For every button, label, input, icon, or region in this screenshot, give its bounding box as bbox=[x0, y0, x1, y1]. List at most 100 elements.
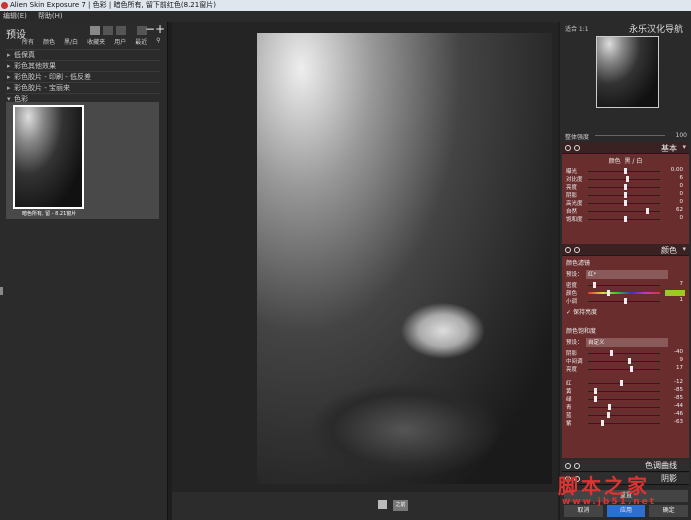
saturation-preset-select[interactable]: 自定义 bbox=[586, 338, 668, 347]
slider-handle[interactable] bbox=[626, 176, 630, 182]
slider-handle[interactable] bbox=[607, 290, 611, 296]
slider-handle[interactable] bbox=[593, 388, 597, 394]
slider-track[interactable] bbox=[588, 423, 660, 424]
slider-track[interactable] bbox=[588, 353, 660, 354]
navigator-thumbnail[interactable] bbox=[596, 36, 659, 108]
chevron-down-icon[interactable]: ▾ bbox=[682, 245, 686, 253]
slider-handle[interactable] bbox=[600, 420, 604, 426]
slider-track[interactable] bbox=[588, 407, 660, 408]
tab-bw[interactable]: 黑 / 白 bbox=[625, 158, 643, 165]
slider-handle[interactable] bbox=[624, 184, 627, 190]
slider-handle[interactable] bbox=[624, 200, 627, 206]
color-swatch[interactable] bbox=[665, 290, 685, 296]
slider-handle[interactable] bbox=[624, 192, 627, 198]
slider-label: 饱和度 bbox=[566, 217, 583, 223]
slider-row: 高光度 0 bbox=[562, 199, 689, 207]
collapse-handle[interactable] bbox=[0, 287, 3, 295]
strength-slider[interactable] bbox=[595, 135, 665, 136]
slider-track[interactable] bbox=[588, 369, 660, 370]
panel-title: 阴影 bbox=[661, 474, 677, 483]
strength-value: 100 bbox=[675, 132, 687, 139]
toggle-icon[interactable] bbox=[565, 247, 571, 253]
reset-icon[interactable] bbox=[574, 247, 580, 253]
filter-preset-select[interactable]: 红* bbox=[586, 270, 668, 279]
slider-row: 绿 -85 bbox=[562, 395, 689, 403]
preset-label: 预设： bbox=[566, 272, 583, 278]
toggle-icon[interactable] bbox=[565, 463, 571, 469]
tab-all[interactable]: 所有 bbox=[22, 37, 34, 46]
slider-row: 中间调 9 bbox=[562, 357, 689, 365]
menu-help[interactable]: 帮助(H) bbox=[38, 12, 63, 20]
slider-value: -85 bbox=[674, 387, 683, 393]
watermark-url: www.jb51.net bbox=[562, 497, 657, 507]
preserve-luminance-checkbox[interactable]: ✓ 保持亮度 bbox=[562, 305, 689, 318]
color-filter-title: 颜色滤镜 bbox=[566, 260, 591, 267]
slider-handle[interactable] bbox=[624, 216, 627, 222]
slider-handle[interactable] bbox=[624, 298, 627, 304]
thumbnail-caption: 暗色所有, 留 - 8.21窗片 bbox=[22, 211, 77, 217]
tab-recent[interactable]: 最近 bbox=[135, 37, 147, 46]
preset-group[interactable]: 低保真 bbox=[6, 49, 160, 61]
color-panel: 颜色 ▾ 颜色滤镜 预设： 红* 密度 7 颜色 小调 1 ✓ 保持亮度 颜色饱和度 预设：… bbox=[562, 244, 689, 458]
tab-favorites[interactable]: 收藏夹 bbox=[87, 37, 105, 46]
presets-panel: 预设 −+ 所有 颜色 黑/白 收藏夹 用户 最近 ⚲ 低保真 彩色其他效果 彩… bbox=[0, 22, 168, 520]
list-view-icon[interactable] bbox=[116, 26, 126, 35]
tab-color[interactable]: 颜色 bbox=[43, 37, 55, 46]
basic-panel: 基本 ▾ 颜色 黑 / 白 曝光 0.00 对比度 6 亮度 0 阴影 0 高光度 0 自然 62 饱和度… bbox=[562, 142, 689, 244]
slider-label: 曝光 bbox=[566, 169, 578, 175]
slider-handle[interactable] bbox=[619, 380, 623, 386]
slider-track[interactable] bbox=[588, 391, 660, 392]
before-button[interactable]: 之前 bbox=[393, 500, 408, 511]
large-grid-view-icon[interactable] bbox=[90, 26, 100, 35]
slider-value: -12 bbox=[674, 379, 683, 385]
panel-title: 基本 bbox=[661, 144, 677, 153]
preset-thumbnail[interactable] bbox=[13, 105, 84, 209]
zoom-fit[interactable]: 适合 1:1 bbox=[565, 24, 589, 33]
tab-user[interactable]: 用户 bbox=[114, 37, 126, 46]
chevron-down-icon[interactable]: ▾ bbox=[682, 143, 686, 151]
slider-label: 阴影 bbox=[566, 193, 578, 199]
slider-handle[interactable] bbox=[593, 282, 597, 288]
toggle-icon[interactable] bbox=[565, 145, 571, 151]
slider-track[interactable] bbox=[588, 415, 660, 416]
menu-bar: 编辑(E) 帮助(H) bbox=[0, 11, 691, 22]
slider-handle[interactable] bbox=[608, 404, 612, 410]
panel-title: 颜色 bbox=[661, 246, 677, 255]
reset-icon[interactable] bbox=[574, 145, 580, 151]
app-icon bbox=[1, 2, 8, 9]
slider-track[interactable] bbox=[588, 285, 660, 286]
preset-group[interactable]: 彩色胶片 - 宝丽来 bbox=[6, 82, 160, 94]
zoom-minus-plus-icon[interactable]: −+ bbox=[145, 22, 165, 36]
slider-row: 阴影 0 bbox=[562, 191, 689, 199]
slider-label: 亮度 bbox=[566, 185, 578, 191]
menu-edit[interactable]: 编辑(E) bbox=[3, 12, 27, 20]
slider-label: 颜色 bbox=[566, 291, 578, 297]
slider-value: -46 bbox=[674, 411, 683, 417]
slider-value: -85 bbox=[674, 395, 683, 401]
slider-handle[interactable] bbox=[607, 412, 611, 418]
slider-track[interactable] bbox=[588, 361, 660, 362]
slider-track[interactable] bbox=[588, 179, 660, 180]
slider-handle[interactable] bbox=[646, 208, 650, 214]
small-grid-view-icon[interactable] bbox=[103, 26, 113, 35]
preset-group[interactable]: 彩色其他效果 bbox=[6, 60, 160, 72]
split-view-icon[interactable] bbox=[378, 500, 387, 509]
tab-color[interactable]: 颜色 bbox=[609, 158, 621, 165]
watermark: 脚本之家 bbox=[558, 474, 650, 498]
slider-track[interactable] bbox=[588, 383, 660, 384]
slider-handle[interactable] bbox=[629, 366, 633, 372]
strength-label: 整体强度 bbox=[565, 134, 590, 141]
slider-handle[interactable] bbox=[593, 396, 597, 402]
slider-handle[interactable] bbox=[609, 350, 613, 356]
reset-icon[interactable] bbox=[574, 463, 580, 469]
slider-handle[interactable] bbox=[627, 358, 631, 364]
slider-track[interactable] bbox=[588, 399, 660, 400]
slider-label: 高光度 bbox=[566, 201, 583, 207]
preset-thumbnails: 暗色所有, 留 - 8.21窗片 bbox=[6, 102, 159, 219]
search-icon[interactable]: ⚲ bbox=[156, 37, 160, 46]
slider-handle[interactable] bbox=[624, 168, 627, 174]
tab-bw[interactable]: 黑/白 bbox=[64, 37, 78, 46]
slider-row: 黄 -85 bbox=[562, 387, 689, 395]
preset-group[interactable]: 彩色胶片 - 印刷 - 低反差 bbox=[6, 71, 160, 83]
slider-value: -40 bbox=[674, 349, 683, 355]
